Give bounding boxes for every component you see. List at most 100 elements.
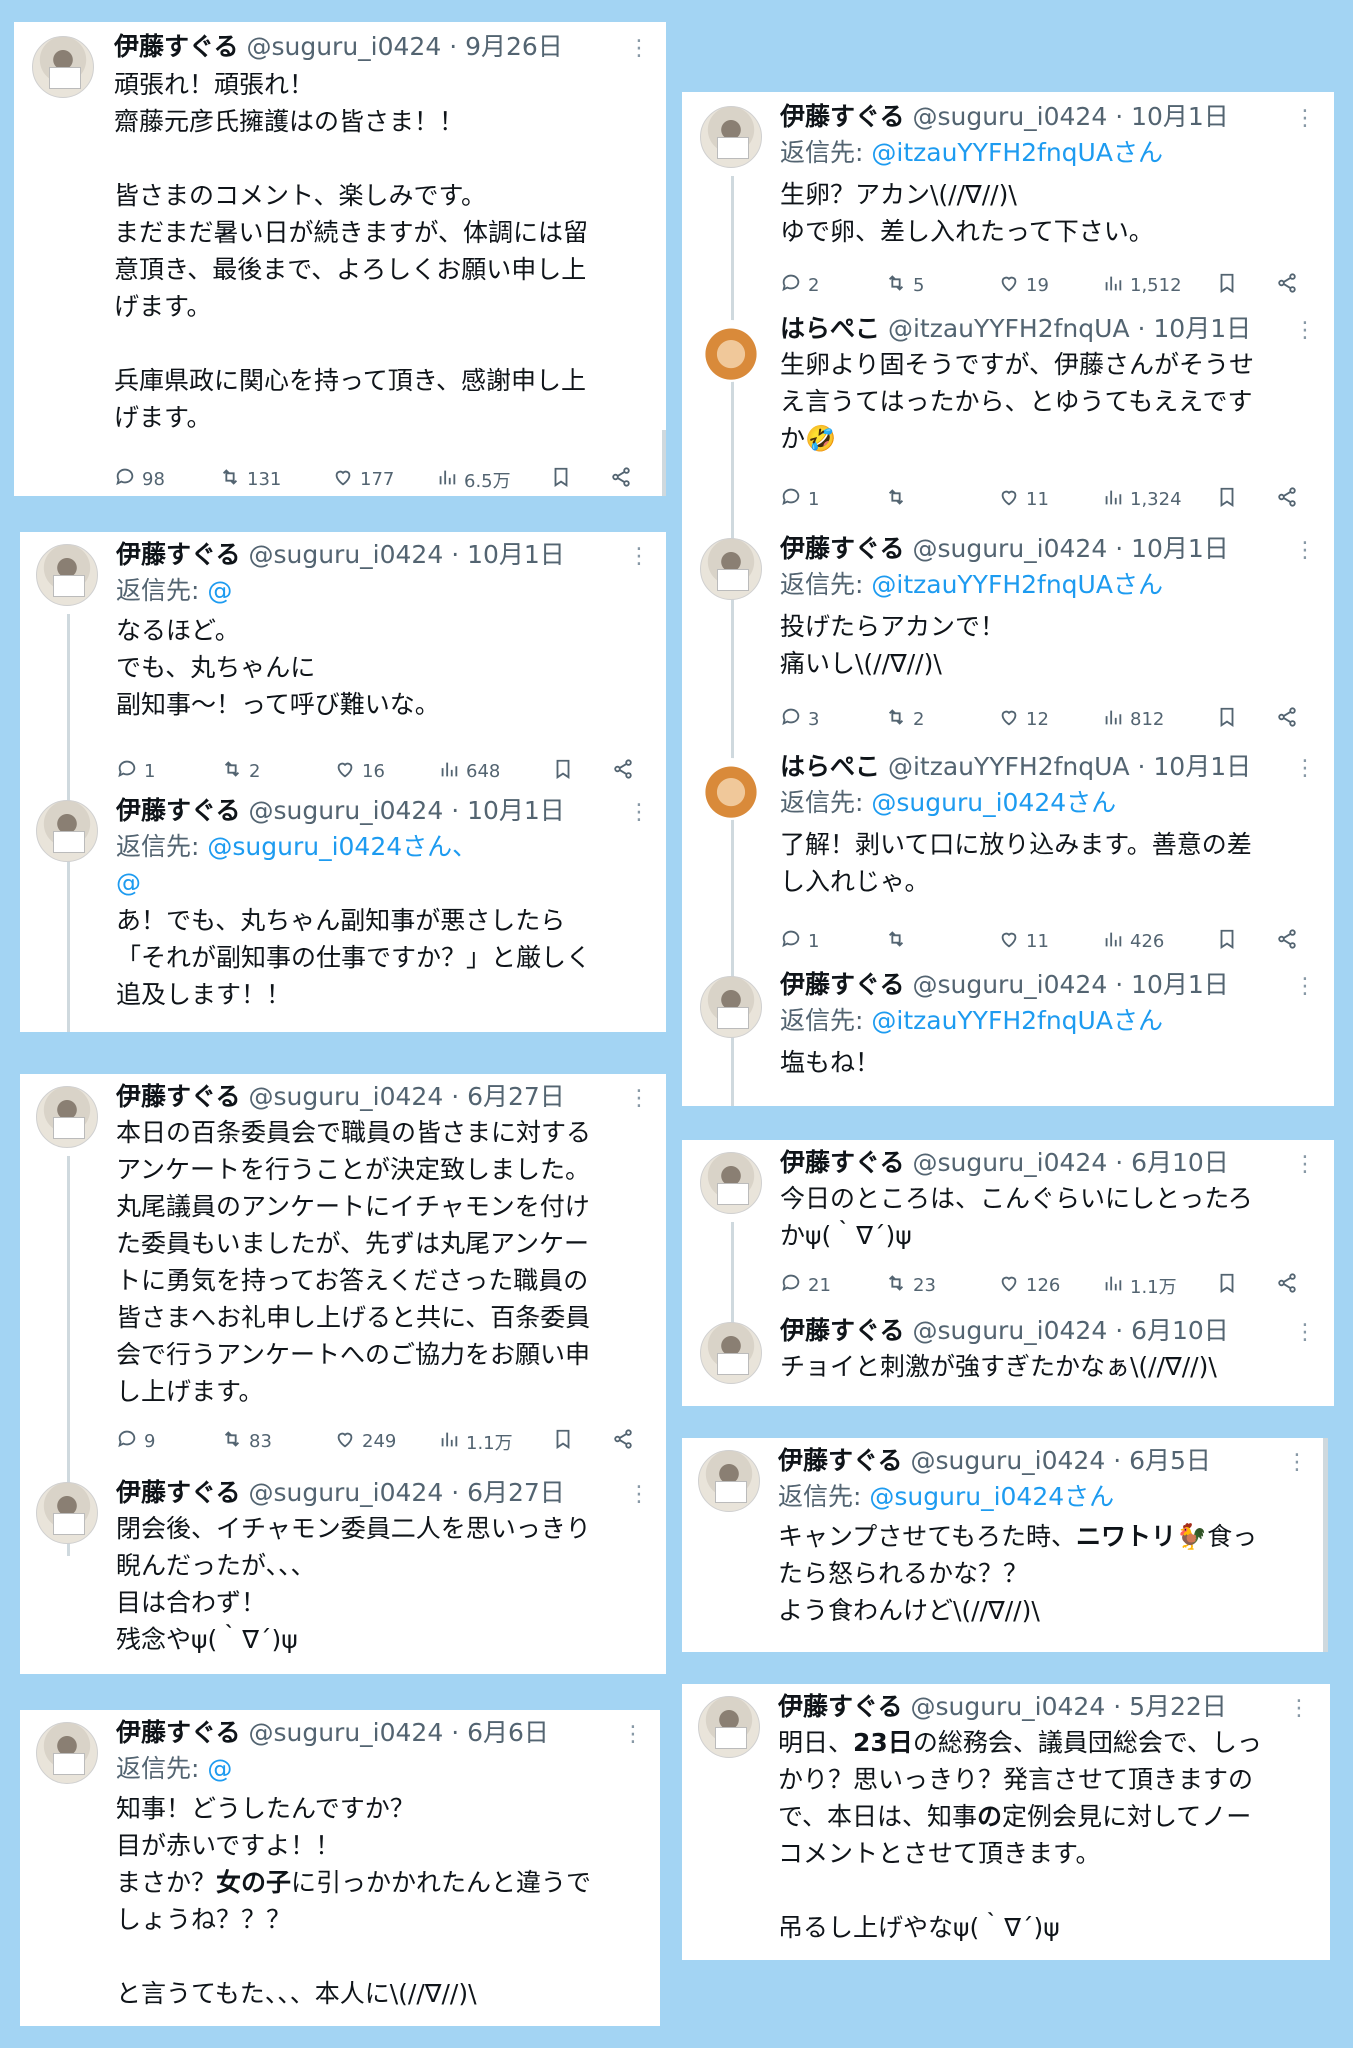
share-button[interactable] bbox=[612, 1428, 634, 1455]
like-button[interactable]: 12 bbox=[998, 706, 1049, 733]
like-button[interactable]: 249 bbox=[334, 1428, 396, 1455]
more-icon[interactable]: ⋮ bbox=[1294, 1154, 1316, 1176]
views-button[interactable]: 648 bbox=[438, 758, 500, 785]
author-name[interactable]: 伊藤すぐる bbox=[116, 796, 241, 825]
mention-link[interactable]: @ bbox=[207, 576, 232, 605]
author-name[interactable]: 伊藤すぐる bbox=[780, 1148, 905, 1177]
views-button[interactable]: 426 bbox=[1102, 928, 1164, 955]
avatar[interactable] bbox=[36, 1482, 98, 1544]
reply-button[interactable]: 3 bbox=[780, 706, 819, 733]
retweet-button[interactable] bbox=[885, 486, 913, 513]
reply-button[interactable]: 1 bbox=[780, 486, 819, 513]
bookmark-button[interactable] bbox=[552, 1428, 574, 1455]
like-button[interactable]: 177 bbox=[332, 466, 394, 493]
mention-link[interactable]: @suguru_i0424さん bbox=[871, 788, 1116, 817]
avatar[interactable] bbox=[698, 1696, 760, 1758]
reply-button[interactable]: 9 bbox=[116, 1428, 155, 1455]
mention-link[interactable]: @suguru_i0424さん bbox=[869, 1482, 1114, 1511]
views-button[interactable]: 1.1万 bbox=[438, 1428, 513, 1455]
more-icon[interactable]: ⋮ bbox=[1294, 1322, 1316, 1344]
author-name[interactable]: 伊藤すぐる bbox=[116, 540, 241, 569]
author-handle-date[interactable]: @suguru_i0424 · 10月1日 bbox=[912, 970, 1228, 999]
author-handle-date[interactable]: @suguru_i0424 · 9月26日 bbox=[246, 32, 562, 61]
more-icon[interactable]: ⋮ bbox=[1294, 976, 1316, 998]
avatar[interactable] bbox=[36, 544, 98, 606]
author-handle-date[interactable]: @itzauYYFH2fnqUA · 10月1日 bbox=[888, 752, 1251, 781]
reply-button[interactable]: 21 bbox=[780, 1272, 831, 1299]
mention-link[interactable]: @itzauYYFH2fnqUAさん bbox=[871, 570, 1163, 599]
avatar[interactable] bbox=[700, 106, 762, 168]
views-button[interactable]: 1.1万 bbox=[1102, 1272, 1177, 1299]
author-handle-date[interactable]: @suguru_i0424 · 6月27日 bbox=[248, 1478, 564, 1507]
author-name[interactable]: 伊藤すぐる bbox=[116, 1478, 241, 1507]
mention-link[interactable]: @ bbox=[207, 1754, 232, 1783]
avatar[interactable] bbox=[700, 758, 762, 820]
author-name[interactable]: はらぺこ bbox=[780, 314, 880, 343]
reply-button[interactable]: 2 bbox=[780, 272, 819, 299]
like-button[interactable]: 11 bbox=[998, 928, 1049, 955]
avatar[interactable] bbox=[32, 36, 94, 98]
more-icon[interactable]: ⋮ bbox=[628, 1088, 650, 1110]
avatar[interactable] bbox=[700, 1152, 762, 1214]
bookmark-button[interactable] bbox=[1216, 1272, 1238, 1299]
author-name[interactable]: 伊藤すぐる bbox=[780, 534, 905, 563]
author-handle-date[interactable]: @suguru_i0424 · 6月10日 bbox=[912, 1148, 1228, 1177]
author-handle-date[interactable]: @suguru_i0424 · 10月1日 bbox=[912, 534, 1228, 563]
more-icon[interactable]: ⋮ bbox=[1294, 758, 1316, 780]
like-button[interactable]: 126 bbox=[998, 1272, 1060, 1299]
scrollbar[interactable] bbox=[1323, 1438, 1328, 1652]
share-button[interactable] bbox=[1276, 1272, 1298, 1299]
author-name[interactable]: 伊藤すぐる bbox=[116, 1718, 241, 1747]
avatar[interactable] bbox=[700, 976, 762, 1038]
reply-button[interactable]: 98 bbox=[114, 466, 165, 493]
author-name[interactable]: 伊藤すぐる bbox=[116, 1082, 241, 1111]
mention-link[interactable]: @suguru_i0424さん、 bbox=[207, 832, 477, 861]
author-handle-date[interactable]: @suguru_i0424 · 6月27日 bbox=[248, 1082, 564, 1111]
retweet-button[interactable]: 131 bbox=[219, 466, 281, 493]
retweet-button[interactable]: 2 bbox=[221, 758, 260, 785]
author-name[interactable]: はらぺこ bbox=[780, 752, 880, 781]
avatar[interactable] bbox=[36, 1086, 98, 1148]
author-handle-date[interactable]: @suguru_i0424 · 6月6日 bbox=[248, 1718, 548, 1747]
reply-button[interactable]: 1 bbox=[116, 758, 155, 785]
author-handle-date[interactable]: @suguru_i0424 · 10月1日 bbox=[248, 540, 564, 569]
mention-link[interactable]: @itzauYYFH2fnqUAさん bbox=[871, 138, 1163, 167]
author-name[interactable]: 伊藤すぐる bbox=[778, 1446, 903, 1475]
like-button[interactable]: 19 bbox=[998, 272, 1049, 299]
avatar[interactable] bbox=[700, 320, 762, 382]
more-icon[interactable]: ⋮ bbox=[628, 38, 650, 60]
share-button[interactable] bbox=[1276, 272, 1298, 299]
bookmark-button[interactable] bbox=[1216, 272, 1238, 299]
retweet-button[interactable]: 2 bbox=[885, 706, 924, 733]
reply-button[interactable]: 1 bbox=[780, 928, 819, 955]
author-handle-date[interactable]: @itzauYYFH2fnqUA · 10月1日 bbox=[888, 314, 1251, 343]
avatar[interactable] bbox=[36, 1722, 98, 1784]
avatar[interactable] bbox=[700, 538, 762, 600]
author-handle-date[interactable]: @suguru_i0424 · 6月10日 bbox=[912, 1316, 1228, 1345]
bookmark-button[interactable] bbox=[1216, 928, 1238, 955]
avatar[interactable] bbox=[700, 1322, 762, 1384]
author-name[interactable]: 伊藤すぐる bbox=[114, 32, 239, 61]
more-icon[interactable]: ⋮ bbox=[628, 802, 650, 824]
share-button[interactable] bbox=[1276, 706, 1298, 733]
bookmark-button[interactable] bbox=[550, 466, 572, 493]
author-name[interactable]: 伊藤すぐる bbox=[780, 102, 905, 131]
retweet-button[interactable] bbox=[885, 928, 913, 955]
share-button[interactable] bbox=[612, 758, 634, 785]
bookmark-button[interactable] bbox=[1216, 706, 1238, 733]
author-name[interactable]: 伊藤すぐる bbox=[780, 1316, 905, 1345]
more-icon[interactable]: ⋮ bbox=[1286, 1452, 1308, 1474]
avatar[interactable] bbox=[698, 1450, 760, 1512]
avatar[interactable] bbox=[36, 800, 98, 862]
more-icon[interactable]: ⋮ bbox=[1294, 108, 1316, 130]
views-button[interactable]: 1,512 bbox=[1102, 272, 1182, 299]
mention-link[interactable]: @ bbox=[116, 868, 141, 897]
more-icon[interactable]: ⋮ bbox=[1288, 1698, 1310, 1720]
author-handle-date[interactable]: @suguru_i0424 · 5月22日 bbox=[910, 1692, 1226, 1721]
author-name[interactable]: 伊藤すぐる bbox=[780, 970, 905, 999]
more-icon[interactable]: ⋮ bbox=[1294, 320, 1316, 342]
scrollbar[interactable] bbox=[662, 430, 666, 496]
share-button[interactable] bbox=[610, 466, 632, 493]
retweet-button[interactable]: 83 bbox=[221, 1428, 272, 1455]
mention-link[interactable]: @itzauYYFH2fnqUAさん bbox=[871, 1006, 1163, 1035]
